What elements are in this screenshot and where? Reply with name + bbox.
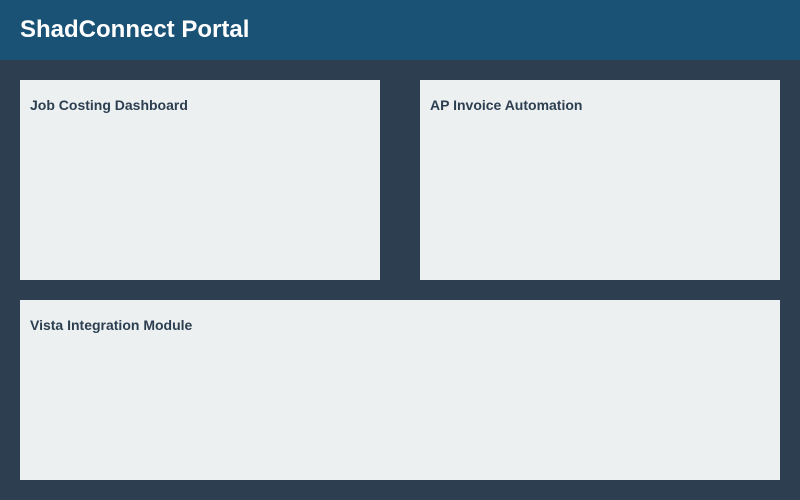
panel-title: Job Costing Dashboard [30, 97, 188, 113]
job-costing-panel: Job Costing Dashboard [20, 80, 380, 280]
vista-integration-panel: Vista Integration Module [20, 300, 780, 480]
panel-title: AP Invoice Automation [430, 97, 583, 113]
app-title: ShadConnect Portal [20, 16, 250, 43]
app-header: ShadConnect Portal [0, 0, 800, 60]
ap-invoice-panel: AP Invoice Automation [420, 80, 780, 280]
panel-title: Vista Integration Module [30, 317, 193, 333]
